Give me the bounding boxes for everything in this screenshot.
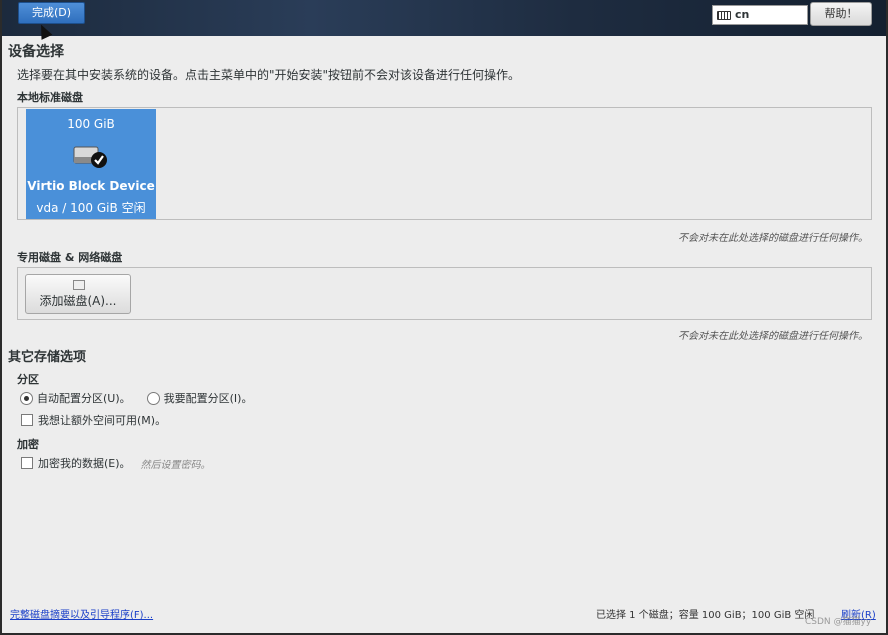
watermark: CSDN @猫猫yy [805,617,872,627]
manual-partition-radio[interactable]: 我要配置分区(I)。 [146,390,253,406]
add-disk-icon [73,280,85,290]
special-disks-panel: 添加磁盘(A)... [17,267,872,320]
local-disks-panel: 100 GiB Virtio Block Device vda / 100 Gi… [17,107,872,220]
extra-space-label: 我想让额外空间可用(M)。 [38,414,167,427]
local-disks-label: 本地标准磁盘 [17,91,83,104]
other-storage-title: 其它存储选项 [8,350,87,365]
encryption-label: 加密 [17,438,39,451]
partition-label: 分区 [17,373,39,386]
add-disk-button[interactable]: 添加磁盘(A)... [25,274,131,314]
local-disks-note: 不会对未在此处选择的磁盘进行任何操作。 [678,233,868,244]
keyboard-layout-label: cn [735,8,750,21]
keyboard-icon [717,10,731,20]
installation-destination-window: 完成(D) cn 帮助！ 设备选择 选择要在其中安装系统的设备。点击主菜单中的"… [2,0,886,633]
help-button[interactable]: 帮助！ [810,2,872,26]
page-description: 选择要在其中安装系统的设备。点击主菜单中的"开始安装"按钮前不会对该设备进行任何… [17,68,521,82]
encrypt-label: 加密我的数据(E)。 [38,457,131,470]
radio-selected-icon [20,391,33,405]
disk-tile-vda[interactable]: 100 GiB Virtio Block Device vda / 100 Gi… [26,109,156,219]
special-disks-note: 不会对未在此处选择的磁盘进行任何操作。 [678,331,868,342]
manual-partition-label: 我要配置分区(I)。 [163,392,253,405]
partition-options: 自动配置分区(U)。 我要配置分区(I)。 [20,390,252,406]
full-disk-summary-link[interactable]: 完整磁盘摘要以及引导程序(F)... [10,606,153,621]
auto-partition-label: 自动配置分区(U)。 [37,392,131,405]
done-button[interactable]: 完成(D) [18,2,85,24]
page-title: 设备选择 [8,44,64,60]
disk-detail: vda / 100 GiB 空闲 [36,201,146,215]
checkbox-icon [21,414,33,426]
add-disk-label: 添加磁盘(A)... [39,294,117,308]
keyboard-layout-indicator[interactable]: cn [712,5,808,25]
radio-unselected-icon [146,391,160,405]
encrypt-checkbox[interactable]: 加密我的数据(E)。 然后设置密码。 [21,455,211,471]
special-disks-label: 专用磁盘 & 网络磁盘 [17,251,123,264]
extra-space-checkbox[interactable]: 我想让额外空间可用(M)。 [21,412,166,428]
checkbox-icon [21,457,33,469]
disk-name: Virtio Block Device [27,179,155,193]
top-bar: 完成(D) cn 帮助！ [2,0,886,36]
selection-summary: 已选择 1 个磁盘；容量 100 GiB；100 GiB 空闲 [596,610,815,621]
encrypt-hint: 然后设置密码。 [140,459,211,471]
hard-disk-checked-icon [73,146,107,168]
auto-partition-radio[interactable]: 自动配置分区(U)。 [20,390,131,406]
disk-size: 100 GiB [67,117,115,131]
